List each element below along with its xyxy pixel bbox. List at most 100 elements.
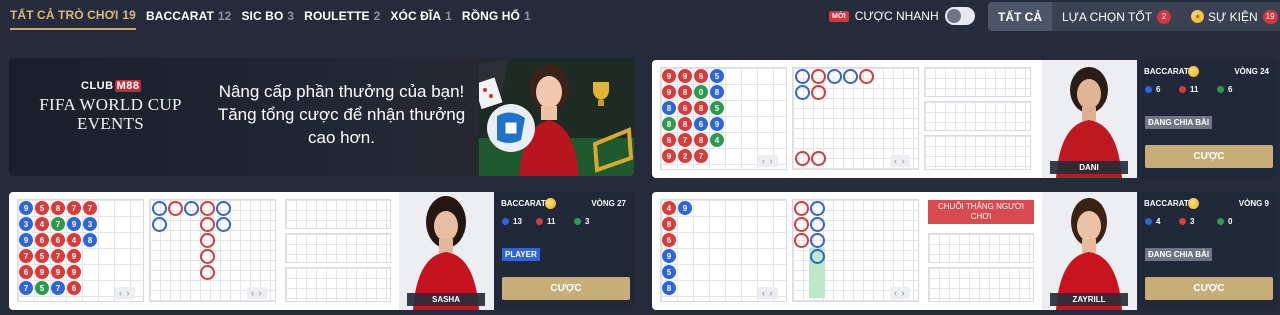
table-card-baccarat-3[interactable]: CHUỖI THẮNG NGƯỜI CHƠI 4 9 8 6 9 5 8 ‹ ›… <box>652 192 1277 310</box>
bet-button[interactable]: CƯỢC <box>1145 277 1273 300</box>
tab-baccarat[interactable]: BACCARAT 12 <box>146 2 231 30</box>
big-road-nav[interactable]: ‹ › <box>890 155 910 167</box>
bead: 9 <box>662 69 676 83</box>
bead: 7 <box>51 249 65 263</box>
tie-count: 3 <box>574 217 589 226</box>
bead-road-nav[interactable]: ‹ › <box>758 155 778 167</box>
banner-model-illustration <box>479 58 634 176</box>
filter-good-picks[interactable]: LỰA CHỌN TỐT 2 <box>1052 2 1181 31</box>
big-road-mark <box>859 69 874 84</box>
banker-count: 3 <box>1179 217 1194 226</box>
coin-icon <box>545 198 556 209</box>
good-picks-count: 2 <box>1157 9 1172 24</box>
big-road-mark <box>795 85 810 100</box>
bead: 8 <box>662 101 676 115</box>
bead: 5 <box>35 249 49 263</box>
game-tabs: TẤT CẢ TRÒ CHƠI 19 BACCARAT 12 SIC BO 3 ROU… <box>0 0 541 32</box>
bead: 9 <box>67 265 81 279</box>
bead: 7 <box>678 133 692 147</box>
tie-dot-icon <box>1217 218 1224 225</box>
bead: 6 <box>694 117 708 131</box>
bead-road-nav[interactable]: ‹ › <box>758 287 778 299</box>
quick-bet-label: CƯỢC NHANH <box>854 9 939 23</box>
bead-road-nav[interactable]: ‹ › <box>115 287 135 299</box>
tab-all-games[interactable]: TẤT CẢ TRÒ CHƠI 19 <box>10 2 136 30</box>
bead: 9 <box>662 85 676 99</box>
filter-events[interactable]: ★ SỰ KIỆN 19 <box>1181 2 1280 31</box>
bead: 0 <box>694 85 708 99</box>
bead: 3 <box>83 217 97 231</box>
table-info: BACCARAT 2 VÒNG 27 13 11 3 PLAYER CƯỢC <box>494 192 634 310</box>
big-road-mark <box>200 249 215 264</box>
promo-banner[interactable]: CLUB M88 FIFA WORLD CUP EVENTS Nâng cấp p… <box>9 58 634 176</box>
big-road-mark <box>794 217 809 232</box>
big-road-mark <box>200 217 215 232</box>
tab-rong-ho[interactable]: RỒNG HỔ 1 <box>462 2 531 30</box>
scoreboard: 9 5 8 7 7 3 4 7 9 3 9 6 6 4 8 7 5 7 9 6 … <box>9 192 399 310</box>
bead: 5 <box>662 265 676 279</box>
dealer-name: SASHA <box>407 293 485 306</box>
bead: 9 <box>19 201 33 215</box>
big-road-nav[interactable]: ‹ › <box>247 287 267 299</box>
bead: 4 <box>35 217 49 231</box>
big-road-mark <box>794 201 809 216</box>
bead: 7 <box>694 149 708 163</box>
round-number: VÒNG 24 <box>1234 67 1269 76</box>
big-road-mark <box>810 249 825 264</box>
big-road-mark <box>184 201 199 216</box>
big-road-mark <box>216 201 231 216</box>
bead: 6 <box>19 265 33 279</box>
big-road-mark <box>795 151 810 166</box>
bead: 9 <box>662 249 676 263</box>
big-road-mark <box>810 217 825 232</box>
new-badge: MỚI <box>829 10 849 22</box>
bead: 9 <box>662 149 676 163</box>
round-number: VÒNG 9 <box>1238 199 1269 208</box>
bead: 4 <box>662 201 676 215</box>
coin-icon <box>1188 66 1199 77</box>
big-road-mark <box>216 217 231 232</box>
quick-bet-toggle[interactable] <box>944 7 975 25</box>
club-m88-logo: CLUB M88 <box>81 80 142 92</box>
bead: 8 <box>710 85 724 99</box>
big-road-mark <box>811 85 826 100</box>
big-road-mark <box>152 201 167 216</box>
bet-button[interactable]: CƯỢC <box>1145 145 1273 168</box>
big-road-mark <box>810 201 825 216</box>
table-info: BACCARAT 3 VÒNG 9 4 3 0 ĐANG CHIA BÀI CƯ… <box>1137 192 1277 310</box>
big-eye-road <box>924 67 1031 97</box>
bead: 7 <box>51 217 65 231</box>
bead: 3 <box>19 217 33 231</box>
scoreboard: 9 9 6 5 9 8 0 8 8 6 8 5 8 8 6 9 6 7 8 4 … <box>652 60 1042 178</box>
tie-dot-icon <box>1217 86 1224 93</box>
big-road-mark <box>794 233 809 248</box>
bead: 5 <box>710 101 724 115</box>
big-road-mark <box>168 201 183 216</box>
status-badge: PLAYER <box>502 248 540 261</box>
promo-text: Nâng cấp phần thưởng của bạn! Tăng tổng … <box>217 82 466 147</box>
bead: 9 <box>678 201 692 215</box>
filter-all[interactable]: TẤT CẢ <box>988 2 1052 31</box>
bead: 6 <box>662 233 676 247</box>
tie-count: 6 <box>1217 85 1232 94</box>
big-eye-road <box>285 199 391 229</box>
tab-sic-bo[interactable]: SIC BO 3 <box>241 2 294 30</box>
player-count: 6 <box>1145 85 1160 94</box>
big-road-mark <box>152 217 167 232</box>
dealer-photo: SASHA <box>399 192 494 310</box>
big-road-mark <box>200 233 215 248</box>
banker-count: 11 <box>1179 85 1198 94</box>
table-card-baccarat-2[interactable]: 9 5 8 7 7 3 4 7 9 3 9 6 6 4 8 7 5 7 9 6 … <box>9 192 634 310</box>
tab-xoc-dia[interactable]: XÓC ĐĨA 1 <box>390 2 452 30</box>
bet-button[interactable]: CƯỢC <box>502 277 630 300</box>
tie-dot-icon <box>574 218 581 225</box>
table-card-baccarat-1[interactable]: 9 9 6 5 9 8 0 8 8 6 8 5 8 8 6 9 6 7 8 4 … <box>652 60 1277 178</box>
big-road-nav[interactable]: ‹ › <box>890 287 910 299</box>
cockroach-road <box>928 267 1034 302</box>
player-dot-icon <box>1145 86 1152 93</box>
tab-roulette[interactable]: ROULETTE 2 <box>304 2 380 30</box>
bead: 6 <box>67 281 81 295</box>
banker-dot-icon <box>536 218 543 225</box>
player-dot-icon <box>1145 218 1152 225</box>
big-road-mark <box>200 265 215 280</box>
